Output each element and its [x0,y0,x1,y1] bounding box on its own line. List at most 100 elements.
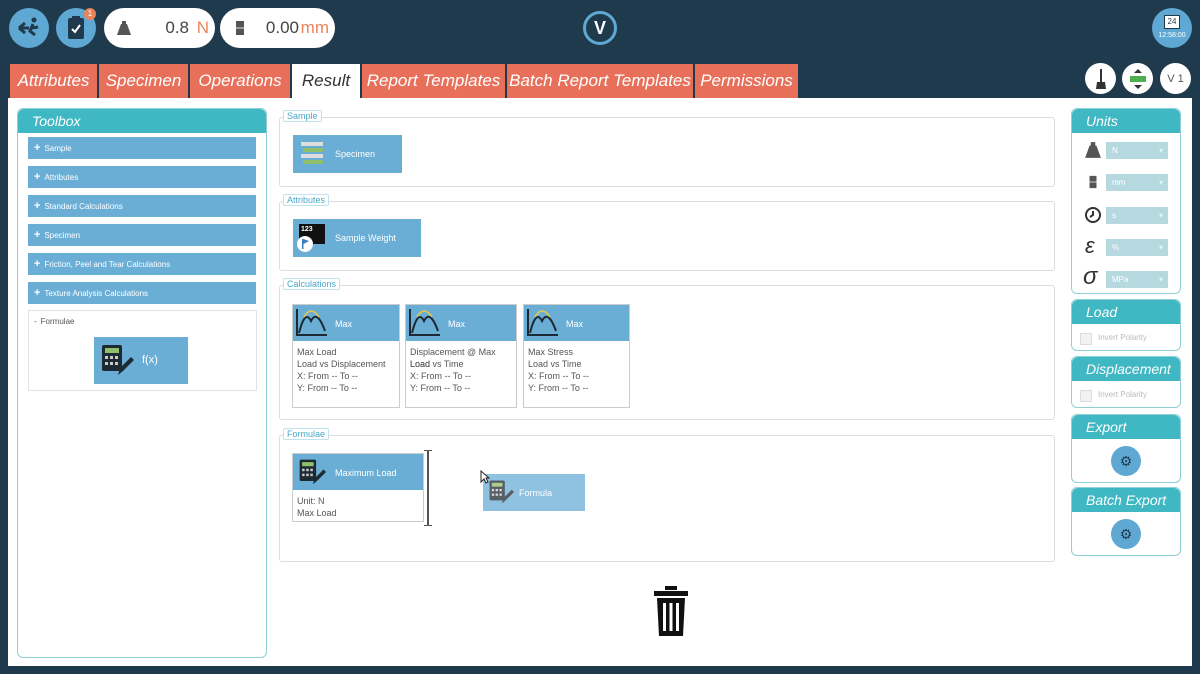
peak-curve-icon [409,309,440,336]
sample-section-label: Sample [283,110,322,122]
formula-card-header: Maximum Load [293,454,423,490]
weight-icon [117,21,131,35]
displacement-icon [236,21,244,35]
displacement-icon [1089,175,1097,189]
calendar-icon: 24 [1164,15,1180,29]
flag-icon [297,236,313,252]
fit-button[interactable] [1122,63,1153,94]
tab-permissions[interactable]: Permissions [695,64,799,98]
toolbox-title: Toolbox [18,109,266,133]
tab-batch-report-templates[interactable]: Batch Report Templates [507,64,694,98]
sample-weight-block[interactable]: 123 Sample Weight [293,219,421,257]
load-invert-checkbox[interactable] [1080,333,1092,345]
plus-icon: + [34,200,41,212]
load-unit: N [196,18,209,37]
tab-report-templates[interactable]: Report Templates [362,64,506,98]
toolbox-item-label: Specimen [44,231,81,240]
toolbox-item-sample[interactable]: + Sample [28,137,256,159]
displacement-unit: mm [300,18,329,37]
attributes-section: Attributes 123 Sample Weight [279,194,1055,271]
formulae-group-header[interactable]: - Formulae [34,317,74,326]
minus-icon: - [34,317,37,326]
toolbox-item-label: Standard Calculations [44,202,123,211]
load-value: 0.8 [165,18,189,37]
clipboard-check-icon [68,16,84,39]
tab-result[interactable]: Result [292,64,361,98]
toolbox-item-label: Attributes [44,173,79,182]
sample-section: Sample Specimen [279,110,1055,187]
brush-button[interactable] [1085,63,1116,94]
units-title: Units [1072,109,1180,133]
batch-export-panel-title: Batch Export [1072,488,1180,512]
units-panel: Units N mm s ε % σ MPa [1071,108,1181,294]
tab-attributes[interactable]: Attributes [10,64,98,98]
displacement-unit-select[interactable]: mm [1106,174,1168,191]
calc-card-header: Max [406,305,516,341]
toolbox-item-texture[interactable]: + Texture Analysis Calculations [28,282,256,304]
plus-icon: + [34,171,41,183]
toolbox-item-label: Sample [44,144,72,153]
cursor-icon [480,470,490,484]
exit-button[interactable] [9,8,49,48]
displacement-panel-title: Displacement [1072,357,1180,381]
batch-export-settings-button[interactable]: ⚙ [1111,519,1141,549]
expand-vertical-icon [1129,68,1146,89]
unit-row-displacement: mm [1082,170,1170,194]
strain-unit-select[interactable]: % [1106,239,1168,256]
tab-specimen[interactable]: Specimen [99,64,189,98]
toolbox-item-specimen[interactable]: + Specimen [28,224,256,246]
export-panel-title: Export [1072,415,1180,439]
plus-icon: + [34,258,41,270]
stress-unit-select[interactable]: MPa [1106,271,1168,288]
time-unit-select[interactable]: s [1106,207,1168,224]
formulae-label: Formulae [40,317,75,326]
notification-badge: 1 [84,8,96,20]
toolbox-item-friction[interactable]: + Friction, Peel and Tear Calculations [28,253,256,275]
calc-card-max-load[interactable]: Max Max Load Load vs Displacement X: Fro… [292,304,400,408]
export-panel: Export ⚙ [1071,414,1181,483]
version-button[interactable]: V 1 [1160,63,1191,94]
calc-card-displacement[interactable]: Max Displacement @ Max Load Load vs Time… [405,304,517,408]
specimen-block-label: Specimen [335,149,376,159]
clock-icon [1085,207,1101,223]
gear-icon: ⚙ [1119,453,1133,469]
specimen-block[interactable]: Specimen [293,135,402,173]
calc-line: Y: From -- To -- [410,383,471,393]
formulae-section-label: Formulae [283,428,330,440]
toolbox-panel: Toolbox + Sample + Attributes + Standard Ca… [17,108,267,658]
tab-operations[interactable]: Operations [190,64,291,98]
dragging-formula-label: Formula [519,488,553,498]
calc-card-title: Max [566,319,584,329]
calc-card-title: Max [448,319,466,329]
toolbox-item-attributes[interactable]: + Attributes [28,166,256,188]
calc-line: Load vs Time [528,359,582,369]
load-unit-select[interactable]: N [1106,142,1168,159]
formula-tool-label: f(x) [142,354,158,366]
attributes-section-label: Attributes [283,194,330,206]
displacement-panel: Displacement Invert Polarity [1071,356,1181,408]
formulae-section: Formulae Maximum Load Unit: N Max Load F [279,428,1055,562]
calc-line: Max Stress [528,347,574,357]
datetime-button[interactable]: 24 12:58:00 [1152,8,1192,48]
calculations-section: Calculations Max Max Load Load vs Displa… [279,278,1055,420]
gear-icon: ⚙ [1119,526,1133,542]
tab-bar: Attributes Specimen Operations Result Re… [8,58,1192,98]
calculations-section-label: Calculations [283,278,341,290]
trash-icon[interactable] [652,586,690,638]
app-logo: V [583,11,617,45]
dragging-formula-block[interactable]: Formula [483,474,585,511]
calc-card-header: Max [524,305,629,341]
calc-card-header: Max [293,305,399,341]
export-settings-button[interactable]: ⚙ [1111,446,1141,476]
formula-tool-block[interactable]: f(x) [94,337,188,384]
top-bar: 1 0.8 N 0.00 mm V 24 12:58:00 [0,0,1200,58]
calc-line: Max Load [297,347,337,357]
load-invert-label: Invert Polarity [1098,333,1147,342]
toolbox-item-standard-calculations[interactable]: + Standard Calculations [28,195,256,217]
calc-line: X: From -- To -- [410,371,471,381]
formula-card-maximum-load[interactable]: Maximum Load Unit: N Max Load [292,453,424,522]
calculator-pencil-icon [299,459,326,485]
unit-row-load: N [1082,138,1170,162]
displacement-invert-checkbox[interactable] [1080,390,1092,402]
calc-card-max-stress[interactable]: Max Max Stress Load vs Time X: From -- T… [523,304,630,408]
